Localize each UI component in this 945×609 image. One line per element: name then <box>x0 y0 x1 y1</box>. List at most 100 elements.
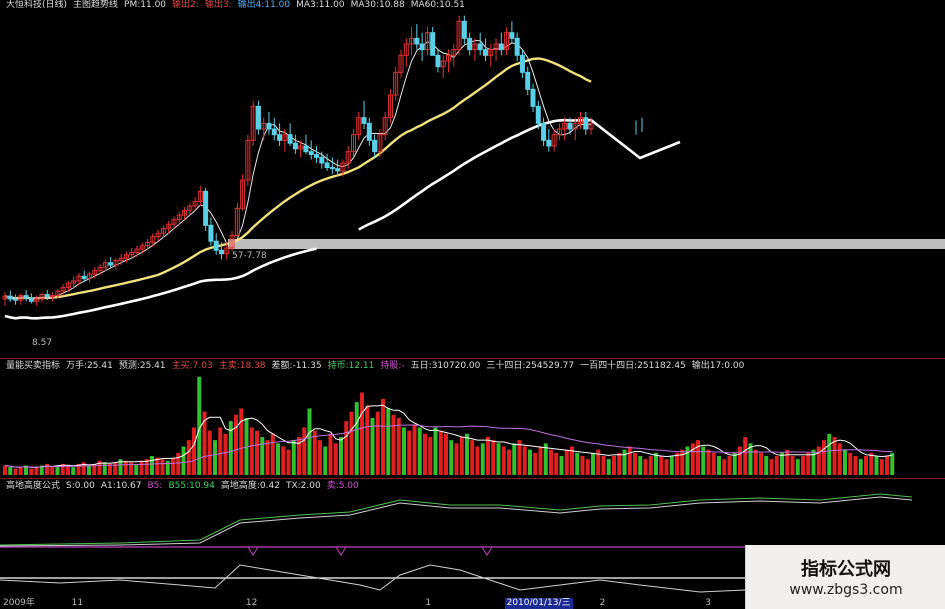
main-chart-header: 大恒科技(日线) 主图趋势线 PM:11.00 输出2: 输出3: 输出4:11.00 MA… <box>0 0 945 11</box>
ma60-line-extension <box>358 118 681 231</box>
volume-bar <box>402 427 406 475</box>
indicator1-item: 三十四日:254529.77 <box>486 361 575 371</box>
header-item: 主图趋势线 <box>73 0 119 10</box>
volume-bar <box>8 467 13 475</box>
indicator1-item: 持股:- <box>380 361 405 371</box>
header-item: MA3:11.00 <box>296 0 345 10</box>
volume-bar <box>354 402 359 475</box>
volume-bar <box>323 446 328 475</box>
volume-bar <box>722 459 727 475</box>
volume-bar <box>522 446 527 475</box>
volume-bar <box>386 408 391 475</box>
candle-body <box>292 142 298 150</box>
candle-body <box>213 240 219 251</box>
volume-bar <box>239 408 244 475</box>
candle-body <box>81 275 87 280</box>
volume-bar <box>344 421 349 475</box>
volume-bar <box>459 436 464 475</box>
volume-bar <box>648 455 653 475</box>
volume-bar <box>517 440 522 475</box>
candle-body <box>255 105 261 130</box>
volume-bar <box>843 449 847 475</box>
volume-bar <box>853 455 858 475</box>
candle-body <box>372 139 378 153</box>
candle-body <box>477 43 483 51</box>
indicator1-item: 输出17:0.00 <box>691 361 745 371</box>
candle-body <box>419 43 425 51</box>
volume-bar <box>491 440 496 475</box>
candle-body <box>414 37 420 45</box>
candle-body <box>546 139 552 147</box>
volume-bar <box>349 411 354 475</box>
volume-bar <box>496 443 501 475</box>
volume-bar <box>554 452 559 475</box>
volume-bar <box>507 449 511 475</box>
candle-body <box>324 162 330 169</box>
volume-bar <box>549 449 553 475</box>
volume-bar <box>465 433 469 475</box>
volume-bar <box>685 446 690 475</box>
volume-bar <box>381 398 385 475</box>
volume-bar <box>360 392 364 475</box>
volume-bar <box>176 452 181 475</box>
volume-bar <box>696 440 700 475</box>
band-price-label: 57-7.78 <box>232 251 267 261</box>
candle-body <box>208 224 214 242</box>
volume-bar <box>480 443 485 475</box>
volume-bar <box>564 449 569 475</box>
volume-bar <box>417 427 422 475</box>
volume-bar <box>218 427 223 475</box>
volume-bar <box>764 455 769 475</box>
candle-body <box>482 49 488 56</box>
volume-bar <box>223 433 228 475</box>
volume-bar <box>559 455 564 475</box>
volume-bar <box>150 455 154 475</box>
volume-bar <box>732 452 737 475</box>
volume-bar <box>307 408 312 475</box>
candle-body <box>461 20 467 39</box>
volume-bar <box>475 446 480 475</box>
volume-bar <box>706 449 711 475</box>
candle-body <box>303 145 309 153</box>
volume-bar <box>312 430 317 475</box>
volume-bar <box>433 427 438 475</box>
volume-bar <box>717 455 721 475</box>
volume-bar <box>71 467 76 475</box>
candle-body <box>28 297 34 302</box>
candle-body <box>583 117 589 130</box>
header-item: MA30:10.88 <box>350 0 405 10</box>
indicator1-item: 差额:-11.35 <box>271 361 322 371</box>
volume-bar <box>186 440 191 475</box>
indicator2-item: 卖:5.00 <box>326 481 359 491</box>
volume-bar <box>890 452 895 475</box>
header-item: MA60:10.51 <box>410 0 465 10</box>
kline-chart[interactable] <box>0 0 945 609</box>
volume-bar <box>255 430 259 475</box>
panel-separator <box>0 358 945 359</box>
candle-body <box>567 122 573 130</box>
header-item: 输出2: <box>172 0 199 10</box>
volume-bar <box>423 433 427 475</box>
volume-bar <box>617 452 622 475</box>
candle-body <box>530 88 536 107</box>
volume-bar <box>643 459 648 475</box>
volume-bar <box>512 443 517 475</box>
candle-body <box>308 151 314 156</box>
volume-bar <box>627 446 632 475</box>
volume-bar <box>207 430 212 475</box>
candle-body <box>319 156 325 164</box>
volume-bar <box>13 468 18 475</box>
volume-bar <box>192 427 196 475</box>
volume-bar <box>213 440 217 475</box>
candle-body <box>44 293 50 298</box>
volume-bar <box>139 460 144 475</box>
indicator2-item: B5: <box>147 481 163 491</box>
watermark-title: 指标公式网 <box>801 559 891 580</box>
volume-bar <box>234 414 238 475</box>
candle-body <box>514 37 520 56</box>
candle-body <box>435 54 441 68</box>
volume-bar <box>375 411 380 475</box>
volume-bar <box>638 455 643 475</box>
volume-bar <box>454 443 459 475</box>
volume-bar <box>848 452 853 475</box>
